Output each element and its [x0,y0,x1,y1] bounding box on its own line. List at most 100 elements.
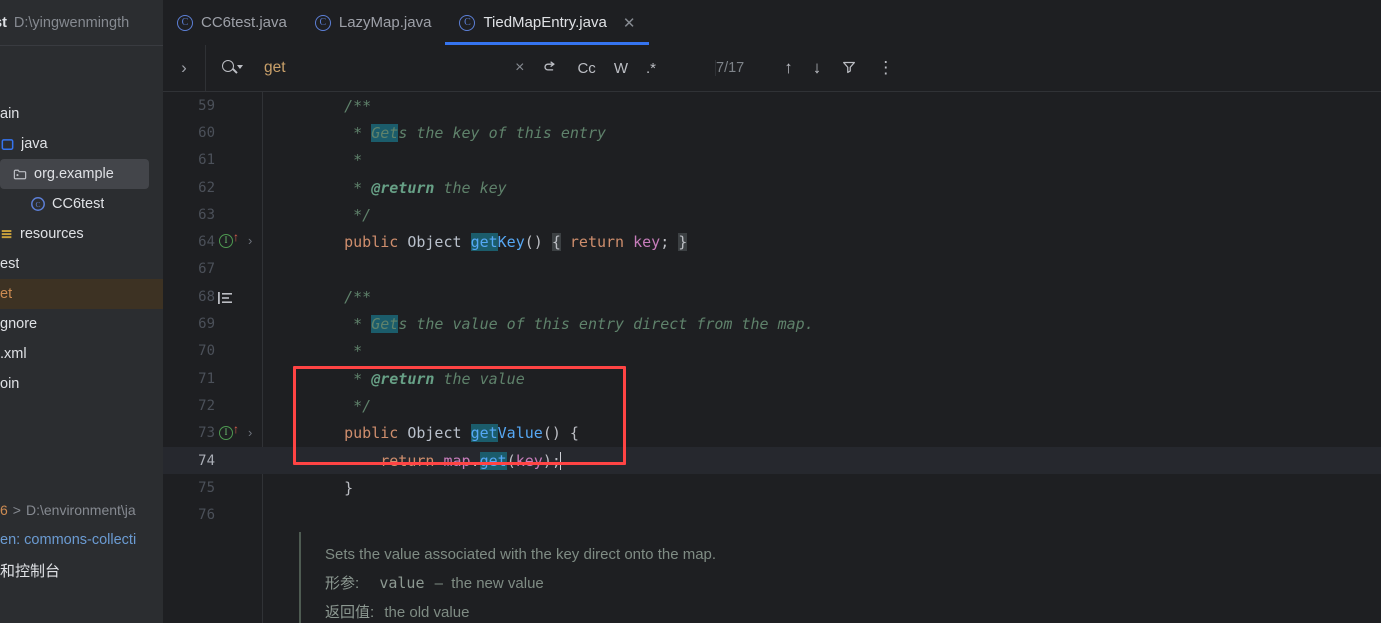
whole-words-toggle[interactable]: W [605,60,637,77]
line-number: 63 [198,206,215,223]
code-line[interactable]: 76 [163,501,1381,528]
code-line[interactable]: 67 [163,256,1381,283]
java-class-icon: C [459,14,476,31]
doc-param-desc: the new value [451,575,544,592]
line-number: 67 [198,261,215,278]
code-line[interactable]: 75 } [163,474,1381,501]
more-options-icon[interactable]: ⋮ [867,58,904,78]
gutter-slot [215,501,263,528]
implemented-method-marker[interactable]: I [219,425,233,440]
code-line[interactable]: 62 * @return the key [163,174,1381,201]
editor-tab-bar: C CC6test.java C LazyMap.java C TiedMapE… [163,0,1381,45]
expand-search-icon[interactable]: › [163,58,205,78]
code-text: * Gets the key of this entry [308,123,607,142]
line-number: 69 [198,316,215,333]
svg-text:C: C [35,200,40,209]
project-sidebar: st D:\yingwenmingth ain java [0,0,163,623]
doc-summary: Sets the value associated with the key d… [325,546,717,563]
code-line[interactable]: 72 */ [163,392,1381,419]
code-line[interactable]: 69 * Gets the value of this entry direct… [163,310,1381,337]
tree-item-label: est [0,256,20,272]
maven-dependency-line[interactable]: en: commons-collecti [0,525,163,555]
resource-root-icon [0,227,14,241]
code-text: * @return the key [308,178,507,197]
code-text: * [308,151,363,170]
doc-params-row: 形参: value – the new value [325,569,1381,598]
project-header[interactable]: st D:\yingwenmingth [0,0,163,45]
code-line[interactable]: 74 return map.get(key); [163,446,1381,475]
gutter-slot [215,174,263,201]
java-class-icon: C [314,14,331,31]
tree-item-label: gnore [0,316,38,332]
gutter-slot [215,338,263,365]
maven-label: en: commons-collecti [0,532,137,548]
project-name: st [0,14,7,31]
tree-item-gitignore[interactable]: gnore [0,309,163,339]
tree-item-cc6test[interactable]: C CC6test [0,189,163,219]
gutter-slot [215,92,263,119]
implemented-method-icon: I ↑ › [215,228,263,255]
clear-search-icon[interactable]: × [506,59,533,77]
code-line[interactable]: 61 * [163,147,1381,174]
filter-icon[interactable] [831,58,867,78]
code-text: */ [308,396,372,415]
code-text: } [308,478,354,497]
tree-item-label: .xml [0,346,27,362]
close-icon[interactable]: ✕ [623,14,636,32]
tree-item-bin[interactable]: oin [0,369,163,399]
code-line[interactable]: 60 * Gets the key of this entry [163,119,1381,146]
code-line[interactable]: 64 I ↑ › public Object getKey() { return ke… [163,228,1381,255]
tree-item-org-example[interactable]: org.example [0,159,149,189]
tree-item-pom-xml[interactable]: .xml [0,339,163,369]
editor-area: C CC6test.java C LazyMap.java C TiedMapE… [163,0,1381,623]
code-line[interactable]: 73 I ↑ › public Object getValue() { [163,420,1381,447]
override-arrow-icon: ↑ [233,230,239,245]
code-line[interactable]: 63 */ [163,201,1381,228]
gutter-slot [215,310,263,337]
tab-label: LazyMap.java [338,14,432,31]
line-number: 62 [198,179,215,196]
run-config-line[interactable]: 6 > D:\environment\ja [0,495,163,525]
tab-cc6test[interactable]: C CC6test.java [163,0,301,45]
match-counter: 7/17 [715,60,745,76]
line-number: 70 [198,343,215,360]
match-case-toggle[interactable]: Cc [568,60,604,77]
run-arrow-icon: > [12,502,21,518]
tab-tiedmapentry[interactable]: C TiedMapEntry.java ✕ [445,0,650,45]
line-number: 75 [198,479,215,496]
doc-param-dash: – [434,575,444,592]
search-icon[interactable] [222,59,244,77]
javadoc-icon[interactable] [218,291,232,305]
tree-item-test[interactable]: est [0,249,163,279]
tree-item-resources[interactable]: resources [0,219,163,249]
find-next-icon[interactable]: ↓ [803,58,832,78]
tree-item-main[interactable]: ain [0,99,163,129]
tree-item-label: ain [0,106,20,122]
code-line[interactable]: 70 * [163,338,1381,365]
wrap-around-icon[interactable] [533,59,568,77]
code-line[interactable]: 71 * @return the value [163,365,1381,392]
code-editor[interactable]: 59 /** 60 * Gets the key of this entry 61 … [163,92,1381,623]
search-input-container[interactable]: get × Cc W .* [205,44,665,92]
tree-item-java[interactable]: java [0,129,163,159]
tab-lazymap[interactable]: C LazyMap.java [301,0,446,45]
console-line[interactable]: 和控制台 [0,555,163,585]
fold-chevron-icon[interactable]: › [248,233,252,248]
code-text: /** [344,287,372,306]
gutter-slot [215,256,263,283]
implemented-method-marker[interactable]: I [219,234,233,249]
find-previous-icon[interactable]: ↑ [774,58,803,78]
find-toolbar: › get × Cc W .* 7/17 ↑ ↓ ⋮ [163,44,1381,92]
package-icon [12,167,28,182]
doc-returns-label: 返回值: [325,604,375,621]
code-text: * @return the value [308,369,525,388]
fold-chevron-icon[interactable]: › [248,425,252,440]
code-line[interactable]: 68 /** [163,283,1381,310]
tree-item-target[interactable]: et [0,279,163,309]
run-line-number: 6 [0,502,8,518]
search-input[interactable]: get [264,59,506,77]
regex-toggle[interactable]: .* [637,60,665,77]
code-text: * [308,342,363,361]
code-line[interactable]: 59 /** [163,92,1381,119]
gutter-slot [215,392,263,419]
